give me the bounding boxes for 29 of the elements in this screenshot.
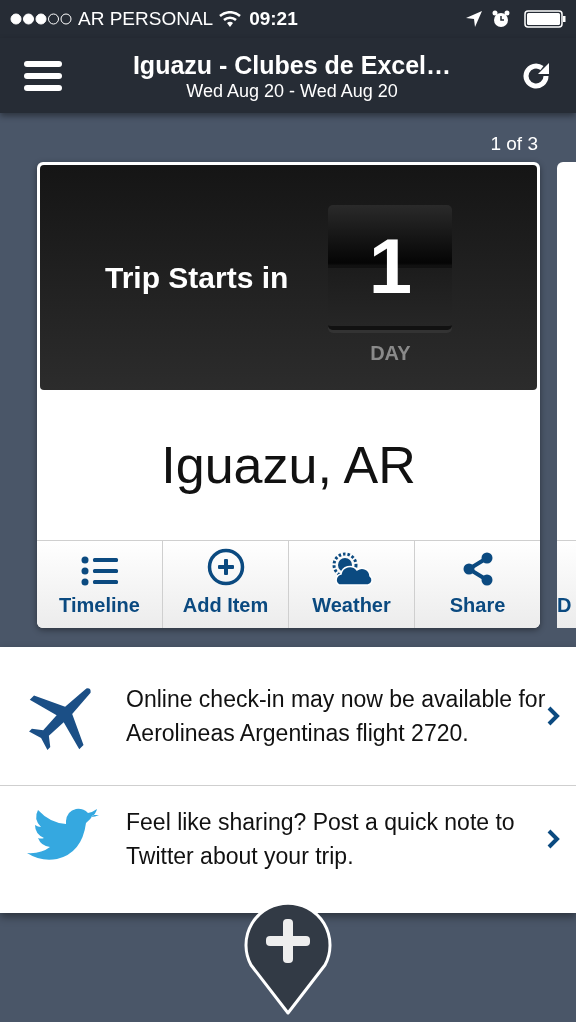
trip-dates: Wed Aug 20 - Wed Aug 20 <box>186 79 398 102</box>
menu-button[interactable] <box>24 60 62 91</box>
countdown-number: 1 <box>368 226 413 305</box>
trip-title: Iguazu - Clubes de Excel… <box>132 49 452 80</box>
share-icon <box>461 552 494 586</box>
battery-icon <box>524 10 566 28</box>
signal-icon <box>10 13 72 25</box>
notification-row[interactable]: Feel like sharing? Post a quick note to Twitter about your trip. <box>0 786 576 913</box>
chevron-right-icon <box>546 827 560 850</box>
card-action-button[interactable]: Weather <box>288 541 414 628</box>
card-action-button[interactable]: Timeline <box>37 541 162 628</box>
chevron-right-icon <box>546 705 560 727</box>
plus-circle-icon <box>206 548 245 586</box>
location-arrow-icon <box>466 11 482 27</box>
list-icon <box>80 556 119 586</box>
notification-text: Feel like sharing? Post a quick note to Twitter about your trip. <box>126 807 516 871</box>
countdown-label: Trip Starts in <box>105 260 289 296</box>
carrier-name: AR PERSONAL <box>78 6 214 31</box>
card-action-button[interactable]: Share <box>414 541 540 628</box>
alarm-icon <box>492 10 510 28</box>
countdown-unit: DAY <box>370 341 411 366</box>
notification-text: Online check-in may now be available for Aerolineas Argentinas flight 2720. <box>126 685 546 748</box>
notification-row[interactable]: Online check-in may now be available for Aerolineas Argentinas flight 2720. <box>0 647 576 786</box>
wifi-icon <box>219 11 242 27</box>
card-action-button[interactable]: Add Item <box>162 541 288 628</box>
destination-name: Iguazu, AR <box>161 435 416 496</box>
page-indicator: 1 of 3 <box>490 132 538 156</box>
clock-time: 09:21 <box>249 6 298 31</box>
refresh-button[interactable] <box>522 60 552 91</box>
